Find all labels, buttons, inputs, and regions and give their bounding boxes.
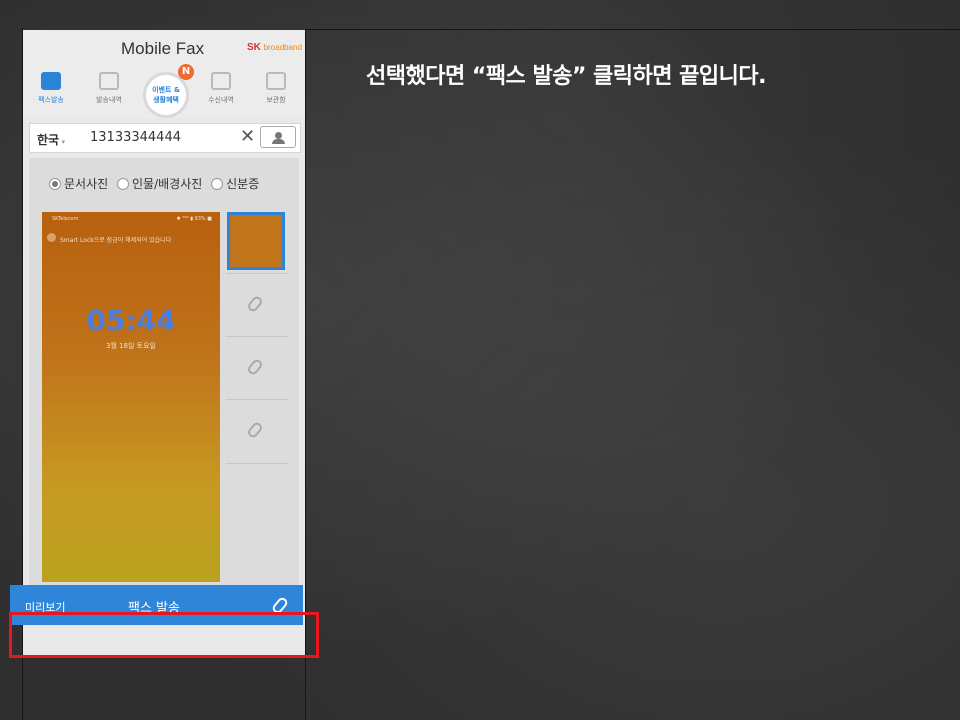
nav-storage[interactable]: 보관함 bbox=[252, 72, 300, 105]
nav-label: 팩스발송 bbox=[38, 96, 64, 104]
document-panel: 문서사진 인물/배경사진 신분증 SKTelecom ✱ ᵀ⁴ᴳ ▮ 93% ■… bbox=[29, 158, 299, 603]
nav-receive-history[interactable]: 수신내역 bbox=[197, 72, 245, 105]
photo-type-radio-group: 문서사진 인물/배경사진 신분증 bbox=[49, 175, 264, 192]
frame-line bbox=[305, 29, 960, 30]
contacts-button[interactable] bbox=[260, 126, 296, 148]
radio-dot bbox=[211, 178, 224, 190]
recipient-row: 한국 ▾ ✕ bbox=[29, 123, 301, 153]
chevron-down-icon: ▾ bbox=[59, 138, 66, 146]
person-icon-body bbox=[272, 139, 285, 144]
fax-number-input[interactable] bbox=[82, 125, 240, 150]
paperclip-icon bbox=[246, 294, 264, 314]
instruction-caption: 선택했다면 “팩스 발송” 클릭하면 끝입니다. bbox=[366, 64, 767, 89]
attachment-slot[interactable] bbox=[226, 336, 288, 400]
country-select[interactable]: 한국 ▾ bbox=[37, 131, 65, 148]
person-icon bbox=[275, 132, 282, 139]
clear-icon[interactable]: ✕ bbox=[240, 126, 255, 147]
fax-printer-icon bbox=[41, 72, 61, 90]
radio-id-card[interactable]: 신분증 bbox=[211, 175, 259, 192]
event-line2: 생활혜택 bbox=[153, 96, 179, 104]
preview-notice: Smart Lock으로 잠금이 해제되어 있습니다 bbox=[60, 237, 172, 244]
app-title: Mobile Fax bbox=[121, 39, 205, 58]
country-label: 한국 bbox=[37, 133, 60, 147]
radio-label: 인물/배경사진 bbox=[132, 177, 203, 191]
brand-logo: SK broadband bbox=[247, 42, 302, 53]
document-preview-image: SKTelecom ✱ ᵀ⁴ᴳ ▮ 93% ■ Smart Lock으로 잠금이… bbox=[42, 212, 220, 582]
highlight-box bbox=[9, 612, 319, 658]
nav-label: 발송내역 bbox=[96, 96, 122, 104]
attachment-thumbnails bbox=[226, 212, 290, 464]
paperclip-icon bbox=[246, 420, 264, 440]
radio-document-photo[interactable]: 문서사진 bbox=[49, 175, 108, 192]
radio-portrait-photo[interactable]: 인물/배경사진 bbox=[117, 175, 202, 192]
radio-dot bbox=[49, 178, 61, 190]
send-history-icon bbox=[99, 72, 119, 90]
storage-box-icon bbox=[266, 72, 286, 90]
attachment-slot[interactable] bbox=[226, 399, 288, 464]
preview-time: 05:44 bbox=[86, 304, 176, 337]
paperclip-icon bbox=[246, 357, 264, 377]
preview-status-icons: ✱ ᵀ⁴ᴳ ▮ 93% ■ bbox=[176, 216, 212, 222]
radio-label: 신분증 bbox=[226, 177, 260, 191]
radio-label: 문서사진 bbox=[64, 177, 109, 191]
brand-sub: broadband bbox=[263, 43, 302, 52]
thumbnail-selected[interactable] bbox=[227, 212, 285, 270]
event-line1: 이벤트 & bbox=[152, 86, 180, 94]
nav-label: 보관함 bbox=[266, 96, 286, 104]
lock-icon bbox=[47, 233, 56, 242]
nav-fax-send[interactable]: 팩스발송 bbox=[27, 72, 75, 105]
brand-name: SK bbox=[247, 42, 261, 53]
receive-history-icon bbox=[211, 72, 231, 90]
radio-dot bbox=[117, 178, 129, 190]
mobile-fax-app-screen: Mobile Fax SK broadband 팩스발송 발송내역 이벤트 & … bbox=[23, 30, 305, 656]
app-header: Mobile Fax SK broadband 팩스발송 발송내역 이벤트 & … bbox=[23, 30, 305, 118]
preview-date: 3월 18일 토요일 bbox=[105, 342, 156, 350]
nav-label: 수신내역 bbox=[208, 96, 234, 104]
new-badge: N bbox=[178, 64, 194, 80]
nav-send-history[interactable]: 발송내역 bbox=[85, 72, 133, 105]
preview-carrier: SKTelecom bbox=[52, 216, 79, 222]
attachment-slot[interactable] bbox=[226, 273, 288, 337]
